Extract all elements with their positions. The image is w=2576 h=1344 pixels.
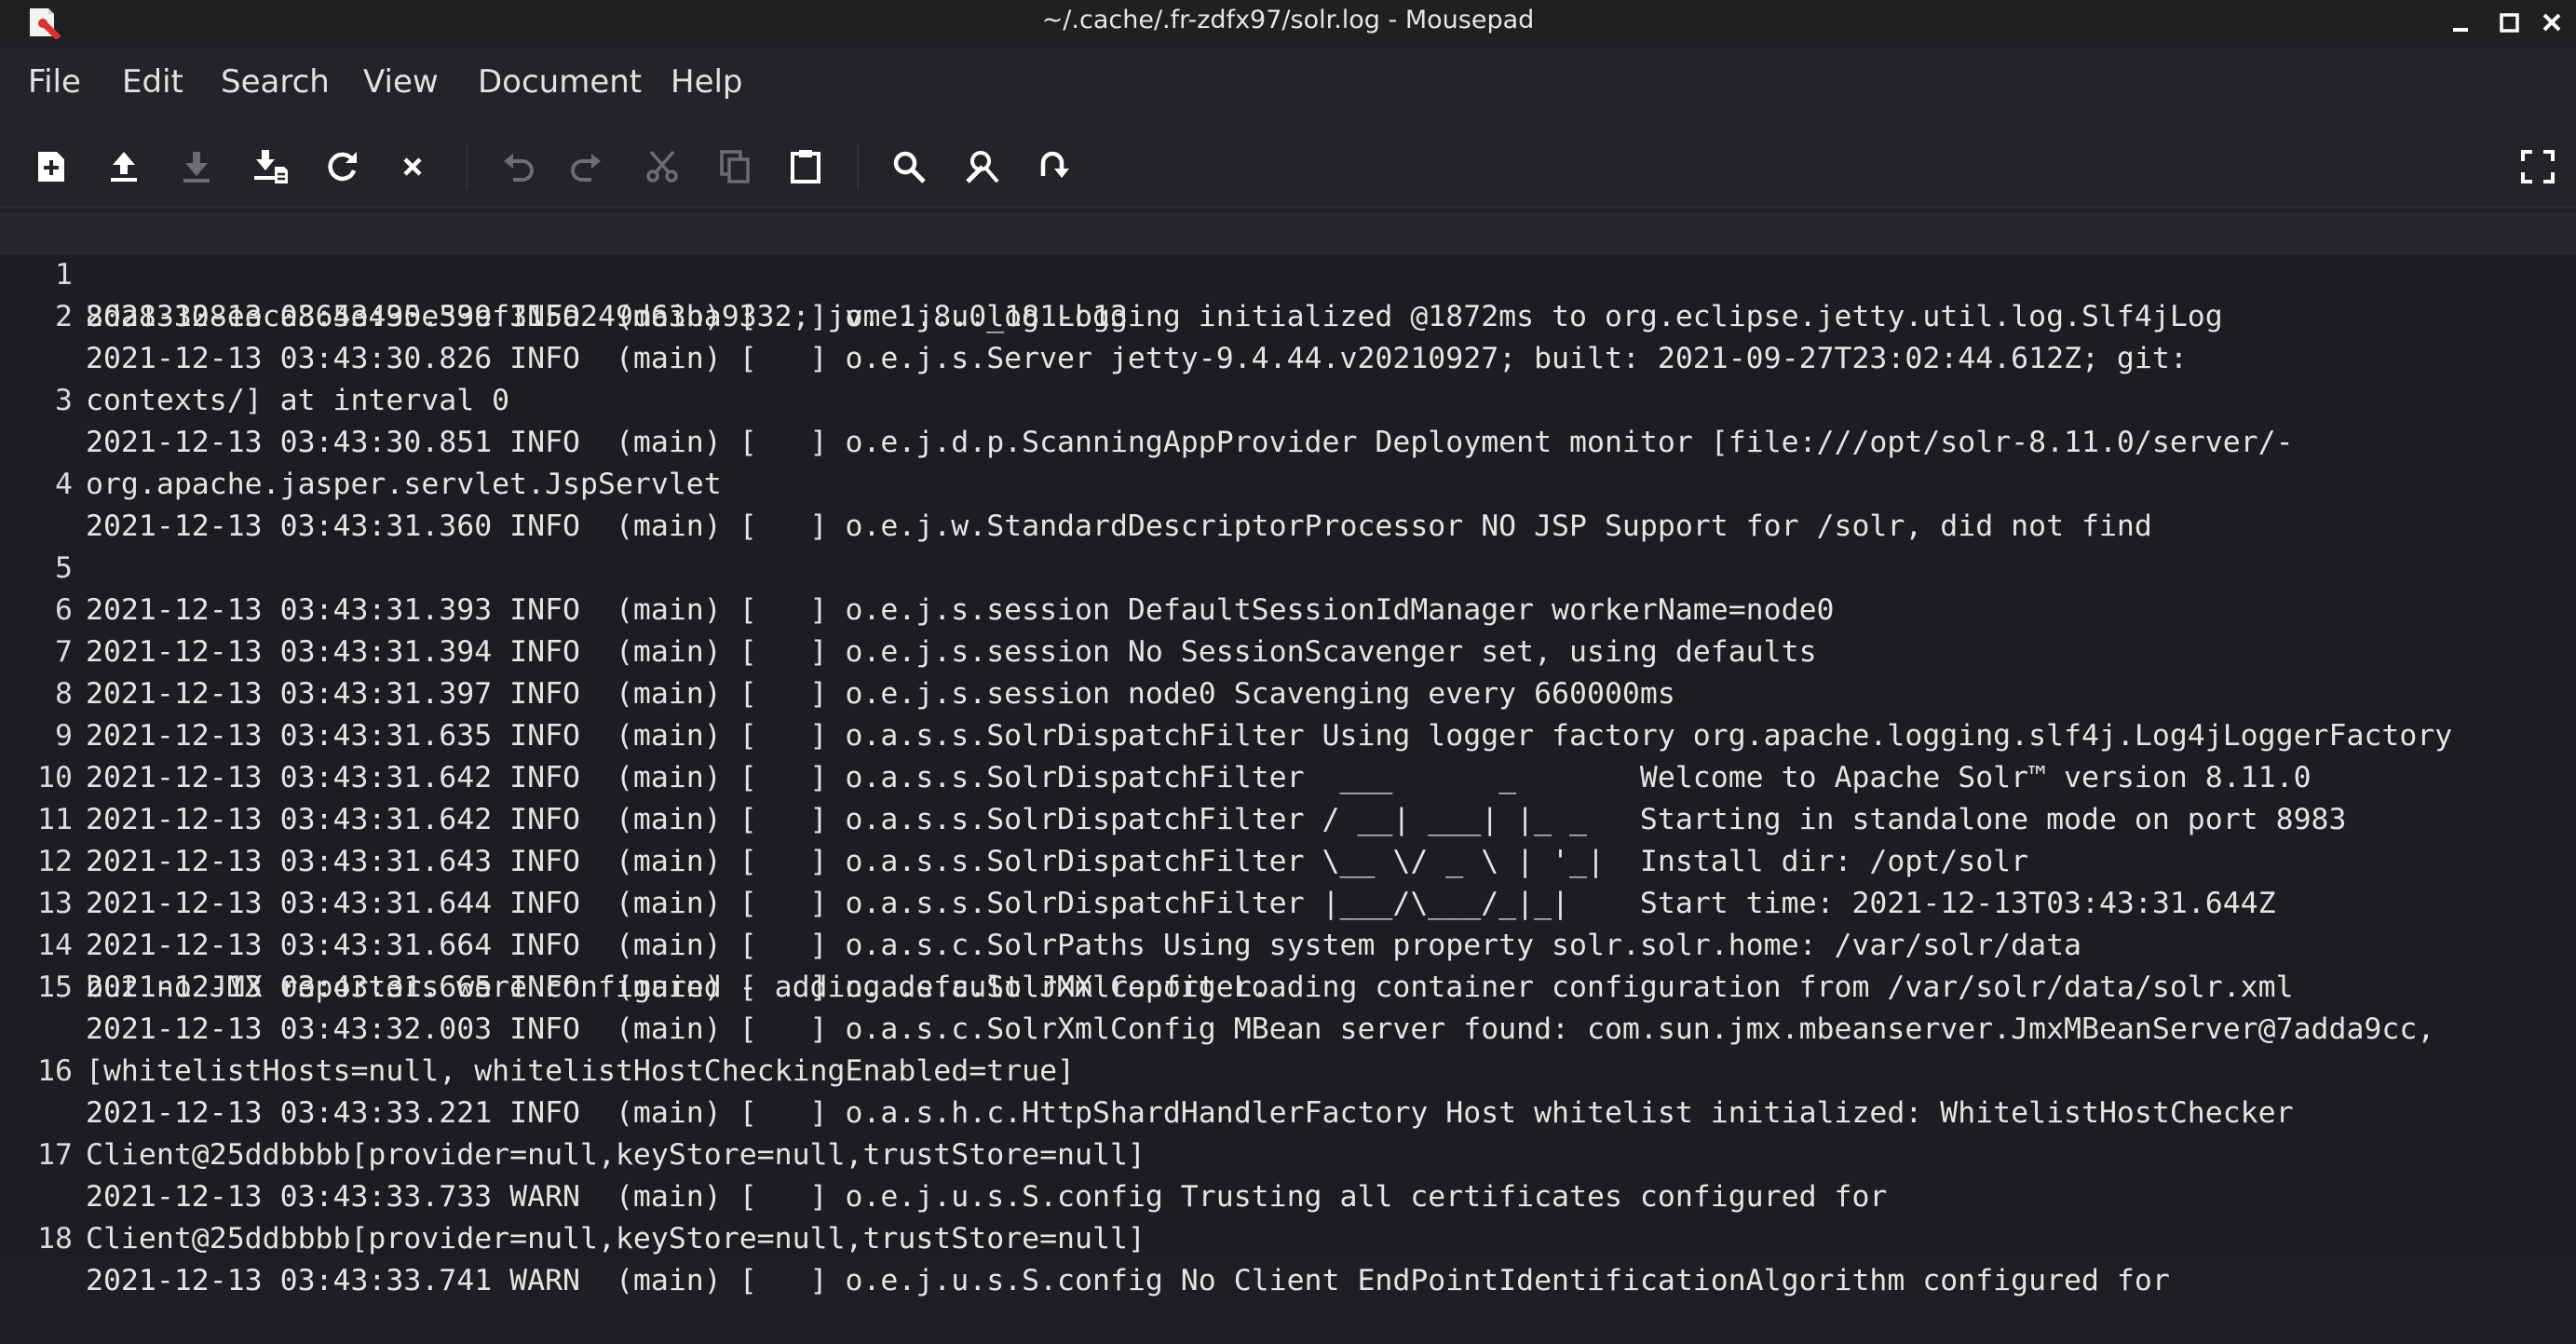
editor-line: 14 2021-12-13 03:43:31.665 INFO (main) [… [0,883,2294,1004]
fullscreen-icon [2521,150,2555,183]
title-bar[interactable]: ~/.cache/.fr-zdfx97/solr.log - Mousepad [0,0,2576,45]
cut-icon [646,150,678,183]
line-text: 2021-12-13 03:43:31.642 INFO (main) [ ] … [86,803,2347,836]
menu-document[interactable]: Document [478,63,642,101]
line-text: 2021-12-13 03:43:33.741 WARN (main) [ ] … [86,1264,2170,1297]
editor-line: 12 2021-12-13 03:43:31.644 INFO (main) [… [0,799,2276,920]
redo-button[interactable] [553,134,618,199]
reload-button[interactable] [309,134,374,199]
menu-search[interactable]: Search [221,63,330,101]
line-text: 2021-12-13 03:43:31.393 INFO (main) [ ] … [86,593,1835,627]
line-text-wrapped: contexts/] at interval 0 [86,384,510,417]
line-text-wrapped: [whitelistHosts=null, whitelistHostCheck… [86,1054,1076,1088]
find-button[interactable] [876,134,942,199]
line-number: 15 [37,971,73,1004]
editor-line: 16 2021-12-13 03:43:33.221 INFO (main) [… [0,1009,2294,1130]
text-editor[interactable]: 1 2021-12-13 03:43:30.399 INFO (main) [ … [0,207,2576,1297]
line-text: 2021-12-13 03:43:31.642 INFO (main) [ ] … [86,761,2312,794]
save-download-icon [183,152,210,183]
editor-line: 9 2021-12-13 03:43:31.642 INFO (main) [ … [0,673,2312,794]
line-text: 2021-12-13 03:43:31.664 INFO (main) [ ] … [86,929,2081,962]
line-number: 2 [55,300,73,333]
line-text-wrapped: org.apache.jasper.servlet.JspServlet [86,468,722,501]
editor-line: 1 2021-12-13 03:43:30.399 INFO (main) [ … [0,212,2576,333]
line-text: 2021-12-13 03:43:31.643 INFO (main) [ ] … [86,845,2029,878]
editor-line: 15 2021-12-13 03:43:32.003 INFO (main) [… [0,925,2434,1046]
window-title: ~/.cache/.fr-zdfx97/solr.log - Mousepad [1041,6,1535,34]
toolbar-separator [466,143,468,190]
line-text-wrapped: Client@25ddbbbb[provider=null,keyStore=n… [86,1138,1146,1172]
line-number: 18 [37,1222,73,1256]
save-button[interactable] [164,134,229,199]
copy-button[interactable] [702,134,767,199]
redo-icon [571,154,601,182]
toolbar-separator [857,143,859,190]
save-as-icon [254,150,288,183]
line-text: 2021-12-13 03:43:33.221 INFO (main) [ ] … [86,1096,2294,1130]
line-number: 3 [55,384,73,417]
fullscreen-button[interactable] [2505,134,2570,199]
line-text: 2021-12-13 03:43:31.360 INFO (main) [ ] … [86,509,2152,543]
editor-line: 17 2021-12-13 03:43:33.733 WARN (main) [… [0,1093,1887,1214]
maximize-icon[interactable] [2492,9,2526,37]
line-text: 2021-12-13 03:43:30.851 INFO (main) [ ] … [86,426,2294,459]
line-number: 16 [37,1054,73,1088]
line-text: 2021-12-13 03:43:31.394 INFO (main) [ ] … [86,635,1817,669]
line-text: 2021-12-13 03:43:31.635 INFO (main) [ ] … [86,719,2453,753]
editor-line: 7 2021-12-13 03:43:31.397 INFO (main) [ … [0,590,1675,711]
open-button[interactable] [91,134,156,199]
line-text: 2021-12-13 03:43:33.733 WARN (main) [ ] … [86,1180,1888,1214]
find-replace-icon [966,151,999,183]
toolbar [0,125,2576,210]
close-icon [403,157,422,176]
new-document-button[interactable] [19,134,84,199]
menu-bar: File Edit Search View Document Help [0,47,2576,125]
copy-icon [720,150,750,183]
editor-line: 11 2021-12-13 03:43:31.643 INFO (main) [… [0,757,2028,878]
line-text-wrapped: but no JMX reporters were configured - a… [86,971,1269,1004]
minimize-icon[interactable] [2444,9,2477,37]
menu-help[interactable]: Help [671,63,743,101]
line-text: 2021-12-13 03:43:30.826 INFO (main) [ ] … [86,342,2188,375]
go-to-line-icon [1040,151,1069,178]
menu-edit[interactable]: Edit [122,63,183,101]
close-window-icon[interactable] [2535,9,2569,37]
editor-line: 4 2021-12-13 03:43:31.360 INFO (main) [ … [0,422,2152,543]
undo-button[interactable] [486,134,551,199]
cut-button[interactable] [630,134,695,199]
line-text: 2021-12-13 03:43:31.644 INFO (main) [ ] … [86,887,2276,920]
editor-line: 3 2021-12-13 03:43:30.851 INFO (main) [ … [0,338,2294,459]
open-upload-icon [111,152,137,182]
line-text-wrapped: Client@25ddbbbb[provider=null,keyStore=n… [86,1222,1146,1256]
paste-icon [791,150,820,183]
undo-icon [504,154,534,182]
menu-file[interactable]: File [28,63,81,101]
line-number: 17 [37,1138,73,1172]
editor-line: 8 2021-12-13 03:43:31.635 INFO (main) [ … [0,631,2452,753]
reload-icon [328,152,357,182]
editor-line: 10 2021-12-13 03:43:31.642 INFO (main) [… [0,715,2346,836]
go-to-line-button[interactable] [1020,134,1085,199]
close-document-button[interactable] [380,134,445,199]
editor-line: 6 2021-12-13 03:43:31.394 INFO (main) [ … [0,548,1817,669]
line-text: 2021-12-13 03:43:31.397 INFO (main) [ ] … [86,677,1675,711]
save-as-button[interactable] [238,134,304,199]
editor-line: 5 2021-12-13 03:43:31.393 INFO (main) [ … [0,506,1834,627]
paste-button[interactable] [773,134,838,199]
line-number: 4 [55,468,73,501]
menu-view[interactable]: View [363,63,439,101]
editor-line: 2 2021-12-13 03:43:30.826 INFO (main) [ … [0,254,2188,375]
new-document-icon [38,152,64,182]
find-icon [893,151,926,183]
find-replace-button[interactable] [950,134,1015,199]
editor-line: 13 2021-12-13 03:43:31.664 INFO (main) [… [0,841,2081,962]
editor-line: 18 2021-12-13 03:43:33.741 WARN (main) [… [0,1176,2170,1297]
line-text: 2021-12-13 03:43:32.003 INFO (main) [ ] … [86,1012,2435,1046]
line-text-wrapped: 8da83308eeca865e495e53ef315a249d63ba9332… [86,300,1128,333]
